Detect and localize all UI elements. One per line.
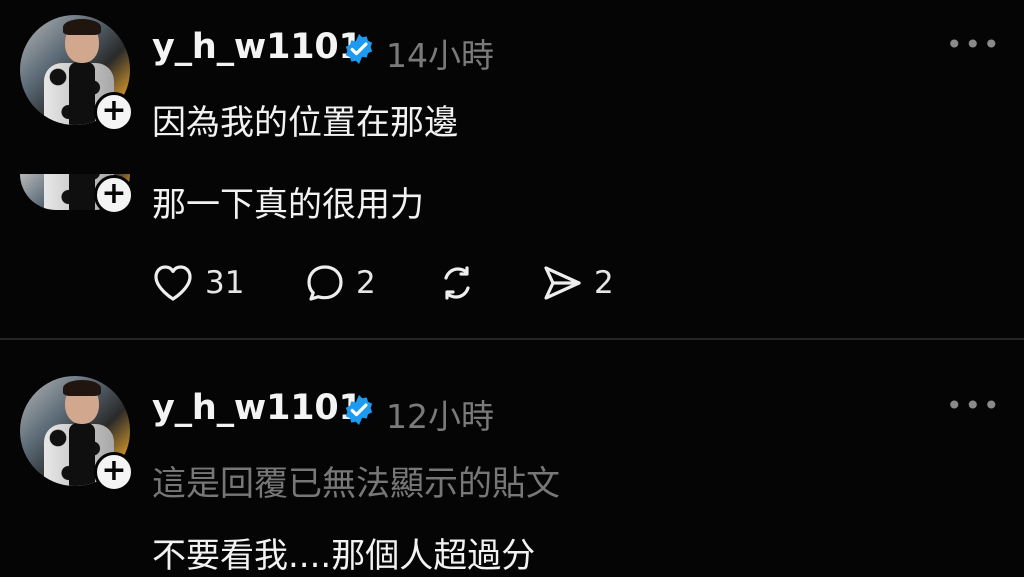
post-2-reply-note: 這是回覆已無法顯示的貼文 (152, 464, 560, 504)
like-count[interactable]: 31 (205, 265, 244, 301)
post-2-more-icon[interactable]: ••• (946, 389, 1002, 422)
comment-count[interactable]: 2 (356, 265, 376, 301)
share-send-icon[interactable] (540, 260, 586, 306)
post-1-time: 14小時 (386, 36, 494, 75)
post-1-more-icon[interactable]: ••• (946, 28, 1002, 61)
post-2-text: 不要看我....那個人超過分 (152, 536, 536, 576)
post-2-username[interactable]: y_h_w1101 (152, 388, 363, 428)
post-1-text-line-1: 因為我的位置在那邊 (152, 103, 458, 143)
post-2-time: 12小時 (386, 397, 494, 436)
post-1-second-plus-icon[interactable]: + (94, 175, 134, 215)
avatar-hair (63, 380, 101, 396)
avatar-shirt (69, 423, 95, 486)
post-1-username[interactable]: y_h_w1101 (152, 27, 363, 67)
post-1-text-line-2: 那一下真的很用力 (152, 185, 424, 225)
post-divider (0, 338, 1024, 340)
post-2-verified-icon (345, 395, 373, 425)
avatar-shirt (69, 62, 95, 125)
post-1-verified-icon (345, 34, 373, 64)
like-heart-icon[interactable] (150, 260, 196, 306)
post-2-follow-plus-icon[interactable]: + (94, 452, 134, 492)
post-1-follow-plus-icon[interactable]: + (94, 92, 134, 132)
avatar-hair (63, 19, 101, 35)
repost-icon[interactable] (434, 260, 480, 306)
share-count[interactable]: 2 (594, 265, 614, 301)
comment-bubble-icon[interactable] (302, 260, 348, 306)
avatar-shirt (69, 174, 95, 210)
